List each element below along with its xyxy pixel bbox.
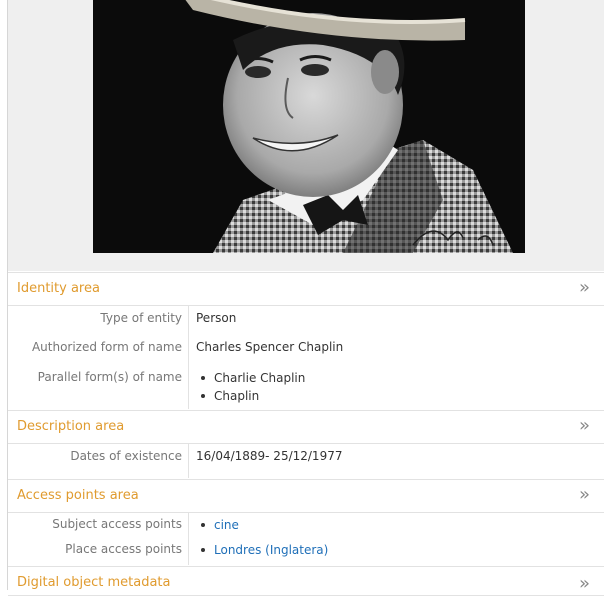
chevron-right-icon[interactable]: » — [579, 415, 590, 436]
chevron-right-icon[interactable]: » — [579, 277, 590, 298]
description-area-header[interactable]: Description area » — [8, 410, 604, 444]
access-points-title: Access points area — [17, 488, 139, 503]
identity-area-header[interactable]: Identity area » — [8, 272, 604, 306]
column-divider — [188, 306, 189, 409]
list-item: cine — [196, 516, 239, 534]
authorized-name-value: Charles Spencer Chaplin — [196, 340, 344, 354]
type-of-entity-value: Person — [196, 311, 237, 325]
parallel-names-label: Parallel form(s) of name — [37, 370, 182, 384]
dates-of-existence-label: Dates of existence — [70, 449, 182, 463]
parallel-names-list: Charlie Chaplin Chaplin — [196, 369, 305, 405]
dates-of-existence-value: 16/04/1889- 25/12/1977 — [196, 449, 343, 463]
chevron-right-icon[interactable]: » — [579, 484, 590, 505]
chevron-right-icon[interactable]: » — [579, 573, 590, 594]
subject-access-list: cine — [196, 516, 239, 534]
list-item: Chaplin — [196, 387, 305, 405]
place-link[interactable]: Londres (Inglatera) — [214, 543, 328, 557]
digital-object-header[interactable]: Digital object metadata » — [8, 566, 604, 596]
identity-area-title: Identity area — [17, 281, 100, 296]
subject-link[interactable]: cine — [214, 518, 239, 532]
list-item: Charlie Chaplin — [196, 369, 305, 387]
portrait-photo[interactable] — [93, 0, 525, 253]
subject-access-label: Subject access points — [52, 517, 182, 531]
image-panel — [8, 0, 604, 271]
place-access-label: Place access points — [65, 542, 182, 556]
type-of-entity-label: Type of entity — [100, 311, 182, 325]
column-divider — [188, 444, 189, 478]
column-divider — [188, 513, 189, 565]
access-points-header[interactable]: Access points area » — [8, 479, 604, 513]
authorized-name-label: Authorized form of name — [31, 340, 182, 354]
description-area-title: Description area — [17, 419, 125, 434]
place-access-list: Londres (Inglatera) — [196, 541, 328, 559]
digital-object-title: Digital object metadata — [17, 575, 171, 590]
list-item: Londres (Inglatera) — [196, 541, 328, 559]
